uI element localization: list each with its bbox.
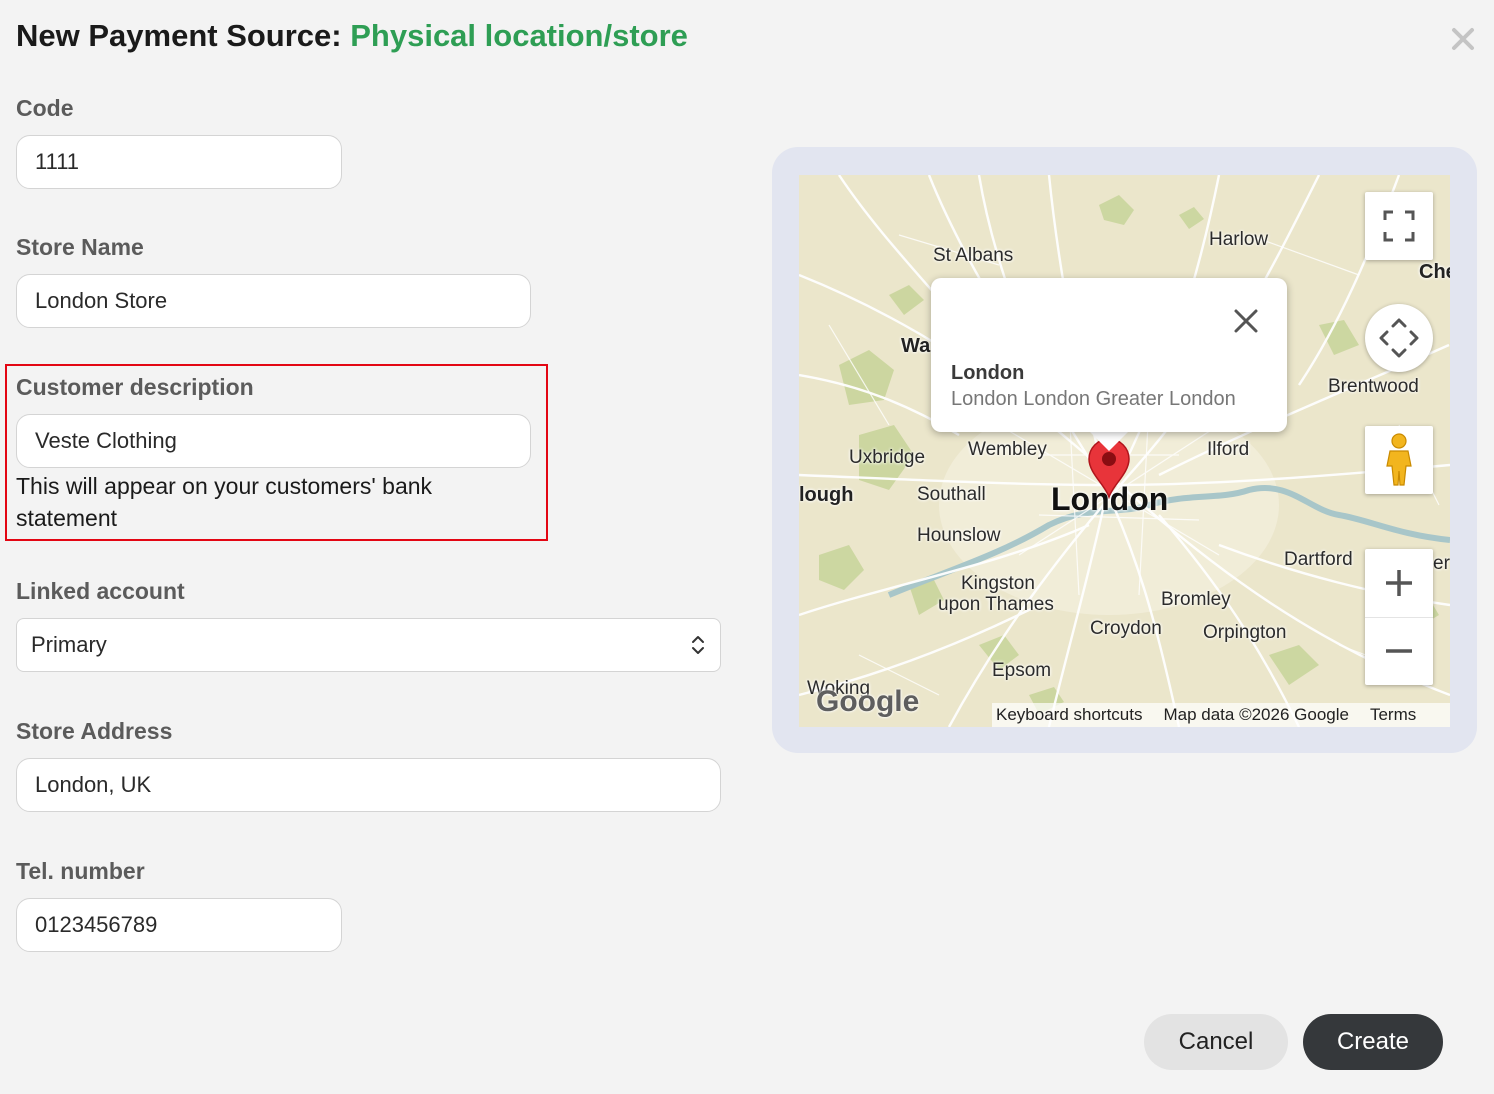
street-view-button[interactable] bbox=[1365, 426, 1433, 494]
camera-control-icon bbox=[1379, 318, 1419, 358]
map-attribution: Keyboard shortcuts Map data ©2026 Google… bbox=[992, 703, 1450, 727]
store-name-value: London Store bbox=[35, 288, 168, 313]
tel-number-value: 0123456789 bbox=[35, 912, 158, 937]
camera-control-button[interactable] bbox=[1365, 304, 1433, 372]
map-label-che: Che bbox=[1419, 261, 1450, 283]
map-label-croydon: Croydon bbox=[1090, 618, 1162, 639]
map-label-orpington: Orpington bbox=[1203, 622, 1287, 643]
google-logo: Google bbox=[816, 685, 920, 718]
map-label-harlow: Harlow bbox=[1209, 229, 1269, 250]
map-label-bromley: Bromley bbox=[1161, 589, 1231, 610]
linked-account-value: Primary bbox=[31, 632, 107, 657]
map-label-kingston-2: upon Thames bbox=[938, 594, 1054, 615]
popup-title: London bbox=[951, 362, 1025, 384]
customer-description-value: Veste Clothing bbox=[35, 428, 177, 453]
store-address-label: Store Address bbox=[16, 718, 173, 744]
dialog-title-accent: Physical location/store bbox=[350, 18, 688, 53]
dialog-title-prefix: New Payment Source: bbox=[16, 18, 342, 53]
customer-description-helper: This will appear on your customers' bank… bbox=[16, 473, 433, 531]
tel-number-input[interactable]: 0123456789 bbox=[16, 898, 342, 952]
code-input[interactable]: 1111 bbox=[16, 135, 342, 189]
tel-number-label: Tel. number bbox=[16, 858, 145, 884]
cancel-button[interactable]: Cancel bbox=[1144, 1014, 1288, 1070]
map-label-er: er bbox=[1433, 553, 1450, 574]
zoom-out-icon bbox=[1386, 649, 1412, 653]
store-address-input[interactable]: London, UK bbox=[16, 758, 721, 812]
pegman-icon bbox=[1386, 433, 1412, 486]
map[interactable]: St Albans Harlow Che Wa Brentwood Uxbrid… bbox=[799, 175, 1450, 727]
popup-subtitle: London London Greater London bbox=[951, 388, 1236, 410]
map-label-epsom: Epsom bbox=[992, 660, 1052, 681]
map-label-kingston-1: Kingston bbox=[961, 573, 1035, 594]
customer-description-input[interactable]: Veste Clothing bbox=[16, 414, 531, 468]
customer-description-label: Customer description bbox=[16, 374, 254, 400]
code-value: 1111 bbox=[35, 149, 80, 174]
zoom-out-button[interactable] bbox=[1365, 618, 1433, 686]
keyboard-shortcuts-link[interactable]: Keyboard shortcuts bbox=[996, 705, 1142, 725]
map-label-hounslow: Hounslow bbox=[917, 525, 1001, 546]
map-label-dartford: Dartford bbox=[1284, 549, 1353, 570]
zoom-control bbox=[1365, 549, 1433, 685]
zoom-in-button[interactable] bbox=[1365, 549, 1433, 618]
map-label-southall: Southall bbox=[917, 484, 986, 505]
fullscreen-button[interactable] bbox=[1365, 192, 1433, 260]
map-label-wa: Wa bbox=[901, 335, 931, 357]
map-popup-tail bbox=[1089, 431, 1129, 451]
map-info-popup: London London London Greater London bbox=[931, 278, 1287, 432]
map-label-brentwood: Brentwood bbox=[1328, 376, 1419, 397]
map-label-ilford: Ilford bbox=[1207, 439, 1250, 460]
store-name-label: Store Name bbox=[16, 234, 144, 260]
dialog-title: New Payment Source: Physical location/st… bbox=[16, 18, 688, 54]
popup-close-icon[interactable] bbox=[1231, 306, 1261, 336]
map-label-slough: lough bbox=[799, 484, 854, 506]
select-arrows-icon bbox=[692, 636, 704, 654]
store-name-input[interactable]: London Store bbox=[16, 274, 531, 328]
terms-link[interactable]: Terms bbox=[1370, 705, 1416, 725]
map-label-uxbridge: Uxbridge bbox=[849, 447, 926, 468]
map-label-st-albans: St Albans bbox=[933, 245, 1014, 266]
map-data-text: Map data ©2026 Google bbox=[1163, 705, 1349, 724]
code-label: Code bbox=[16, 95, 74, 121]
map-label-wembley: Wembley bbox=[968, 439, 1047, 460]
create-button[interactable]: Create bbox=[1303, 1014, 1443, 1070]
close-icon[interactable] bbox=[1448, 24, 1478, 54]
linked-account-label: Linked account bbox=[16, 578, 185, 604]
zoom-in-icon bbox=[1386, 569, 1412, 596]
store-address-value: London, UK bbox=[35, 772, 152, 797]
linked-account-select[interactable]: Primary bbox=[16, 618, 721, 672]
fullscreen-icon bbox=[1383, 210, 1415, 242]
